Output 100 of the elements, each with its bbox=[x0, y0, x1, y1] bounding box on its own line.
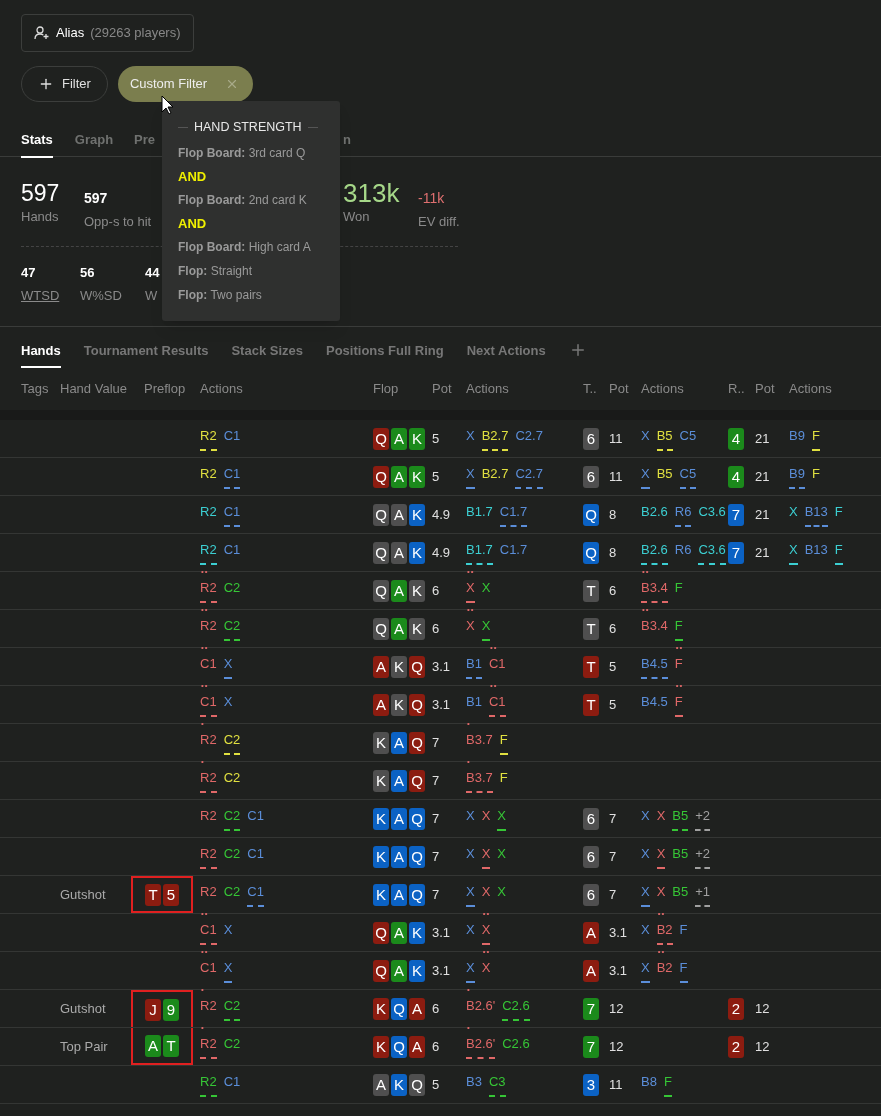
playing-card: Q bbox=[409, 693, 425, 716]
playing-card: 5 bbox=[163, 883, 179, 906]
column-header[interactable]: Actions bbox=[466, 379, 583, 399]
pot-value: 6 bbox=[432, 619, 440, 638]
action-label: B3.7 bbox=[466, 768, 493, 793]
condition-value: High card A bbox=[248, 239, 311, 254]
action-label: X bbox=[466, 464, 475, 489]
column-header[interactable]: Actions bbox=[789, 379, 860, 399]
tab[interactable]: Hands bbox=[21, 340, 61, 368]
pot-value: 7 bbox=[432, 733, 440, 752]
action-label: B1 bbox=[466, 654, 482, 679]
action-label: C2.7 bbox=[515, 427, 543, 446]
action-label: B8 bbox=[641, 1073, 657, 1092]
marker-dots: •• bbox=[467, 568, 475, 577]
pot-value: 5 bbox=[432, 429, 440, 448]
column-header[interactable]: Preflop bbox=[144, 379, 200, 399]
tab[interactable]: Stack Sizes bbox=[231, 340, 303, 368]
action-label: B4.5 bbox=[641, 693, 668, 712]
tab[interactable]: Stats bbox=[21, 130, 53, 158]
marker-dots: •• bbox=[642, 568, 650, 577]
tab[interactable]: Next Actions bbox=[466, 340, 546, 368]
action-label: C1 bbox=[200, 655, 217, 674]
operator-label: AND bbox=[178, 214, 207, 233]
action-label: F bbox=[674, 692, 683, 717]
action-label: X bbox=[656, 883, 666, 902]
tab[interactable]: Graph bbox=[74, 130, 114, 158]
action-label: C2 bbox=[223, 730, 241, 755]
playing-card: T bbox=[583, 693, 599, 716]
action-label: B5 bbox=[672, 845, 689, 864]
condition-label: Flop Board: bbox=[178, 145, 246, 160]
action-label: C1 bbox=[247, 807, 264, 826]
action-label: B13 bbox=[804, 541, 828, 560]
playing-card: Q bbox=[409, 655, 425, 678]
action-label: R2 bbox=[200, 426, 217, 451]
pot-value: 5 bbox=[609, 657, 617, 676]
playing-card: Q bbox=[409, 883, 425, 906]
action-label: X bbox=[223, 921, 233, 940]
action-label: B4.5 bbox=[641, 654, 668, 679]
column-header[interactable]: Tags bbox=[21, 379, 60, 399]
marker-dots: •• bbox=[467, 606, 475, 615]
pot-value: 6 bbox=[432, 581, 440, 600]
column-header[interactable]: Pot bbox=[609, 379, 641, 399]
pot-value: 3.1 bbox=[609, 961, 628, 980]
column-header[interactable]: Flop bbox=[373, 379, 432, 399]
column-header[interactable]: R.. bbox=[728, 379, 755, 399]
pot-value: 21 bbox=[755, 505, 770, 524]
action-label: C1 bbox=[247, 882, 264, 907]
condition-value: Two pairs bbox=[210, 287, 262, 302]
playing-card: Q bbox=[373, 465, 389, 488]
action-label: C2 bbox=[223, 996, 241, 1021]
playing-card: K bbox=[409, 503, 425, 526]
playing-card: A bbox=[373, 1073, 389, 1096]
action-label: C2 bbox=[223, 769, 241, 788]
playing-card: 9 bbox=[163, 998, 179, 1021]
stat-value: 597 bbox=[84, 189, 108, 208]
tab[interactable]: Pre bbox=[134, 130, 156, 158]
marker-dots: •• bbox=[201, 568, 209, 577]
playing-card: Q bbox=[409, 807, 425, 830]
stat-link[interactable]: WTSD bbox=[21, 286, 60, 306]
action-label: X bbox=[497, 845, 506, 864]
column-header[interactable]: Actions bbox=[200, 379, 373, 399]
action-label: F bbox=[499, 730, 508, 755]
action-label: X bbox=[466, 921, 475, 940]
playing-card: A bbox=[583, 959, 599, 982]
playing-card: 2 bbox=[728, 1035, 744, 1058]
stat-label: W%SD bbox=[80, 287, 122, 305]
playing-card: A bbox=[373, 693, 389, 716]
playing-card: Q bbox=[391, 1035, 407, 1058]
action-label: C2 bbox=[223, 845, 241, 864]
playing-card: 4 bbox=[728, 465, 744, 488]
column-header[interactable]: Hand Value bbox=[60, 379, 144, 399]
playing-card: K bbox=[373, 997, 389, 1020]
action-label: F bbox=[679, 958, 688, 983]
column-header[interactable]: Actions bbox=[641, 379, 728, 399]
action-label: X bbox=[656, 807, 666, 826]
playing-card: A bbox=[391, 807, 407, 830]
column-header[interactable]: Pot bbox=[755, 379, 789, 399]
playing-card: 4 bbox=[728, 427, 744, 450]
tab[interactable]: Positions Full Ring bbox=[326, 340, 444, 368]
tab[interactable]: Tournament Results bbox=[83, 340, 209, 368]
action-label: R2 bbox=[200, 1072, 217, 1097]
tab[interactable]: n bbox=[343, 130, 351, 158]
filter-chip[interactable]: Custom Filter bbox=[117, 66, 254, 102]
stat-value: 313k bbox=[343, 179, 400, 207]
column-header[interactable]: T.. bbox=[583, 379, 609, 399]
tooltip-title: HAND STRENGTH bbox=[194, 119, 302, 136]
column-header[interactable]: Pot bbox=[432, 379, 466, 399]
pot-value: 3.1 bbox=[609, 923, 628, 942]
action-label: B1.7 bbox=[466, 540, 493, 565]
condition-value: 3rd card Q bbox=[248, 145, 306, 160]
player-selector[interactable]: Alias (29263 players) bbox=[21, 14, 194, 52]
stat-label: Opp-s to hit bbox=[84, 213, 152, 231]
marker-dots: •• bbox=[675, 682, 684, 691]
action-label: R2 bbox=[200, 807, 217, 826]
playing-card: K bbox=[373, 731, 389, 754]
playing-card: 6 bbox=[583, 465, 599, 488]
action-label: B9 bbox=[789, 464, 805, 489]
playing-card: K bbox=[391, 1073, 407, 1096]
playing-card: A bbox=[391, 883, 407, 906]
playing-card: Q bbox=[373, 921, 389, 944]
